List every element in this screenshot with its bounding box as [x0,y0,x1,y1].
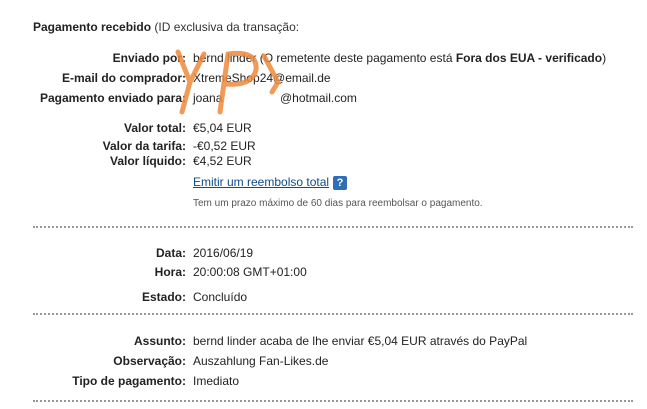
sender-verification: Fora dos EUA - verificado [455,51,603,65]
handwritten-stamp [175,49,281,115]
transaction-header: Pagamento recebido (ID exclusiva da tran… [33,20,299,34]
question-mark-icon[interactable]: ? [333,175,348,190]
subject-value: bernd linder acaba de lhe enviar €5,04 E… [193,334,528,348]
refund-link[interactable]: Emitir um reembolso total [193,175,329,189]
divider [33,313,633,315]
subject-label: Assunto: [134,334,186,348]
note-label: Observação: [113,354,186,368]
sent-to-domain: @hotmail.com [280,91,357,105]
status-value: Concluído [193,290,248,304]
divider [33,226,633,228]
payment-type-label: Tipo de pagamento: [72,374,186,388]
total-value: €5,04 EUR [193,121,252,135]
total-label: Valor total: [123,121,186,135]
fee-label: Valor da tarifa: [102,139,186,153]
header-title: Pagamento recebido [33,20,152,34]
refund-row: Emitir um reembolso total? [193,175,348,190]
net-value: €4,52 EUR [193,154,252,168]
date-value: 2016/06/19 [193,246,254,260]
fee-value: -€0,52 EUR [193,139,256,153]
date-label: Data: [155,246,186,260]
time-label: Hora: [154,265,186,279]
payment-type-value: Imediato [193,374,240,388]
time-value: 20:00:08 GMT+01:00 [193,265,307,279]
divider [33,400,633,402]
status-label: Estado: [141,290,186,304]
net-label: Valor líquido: [109,154,186,168]
refund-note: Tem um prazo máximo de 60 dias para reem… [193,198,483,209]
note-value: Auszahlung Fan-Likes.de [193,354,329,368]
header-id-label: (ID exclusiva da transação: [151,20,300,34]
